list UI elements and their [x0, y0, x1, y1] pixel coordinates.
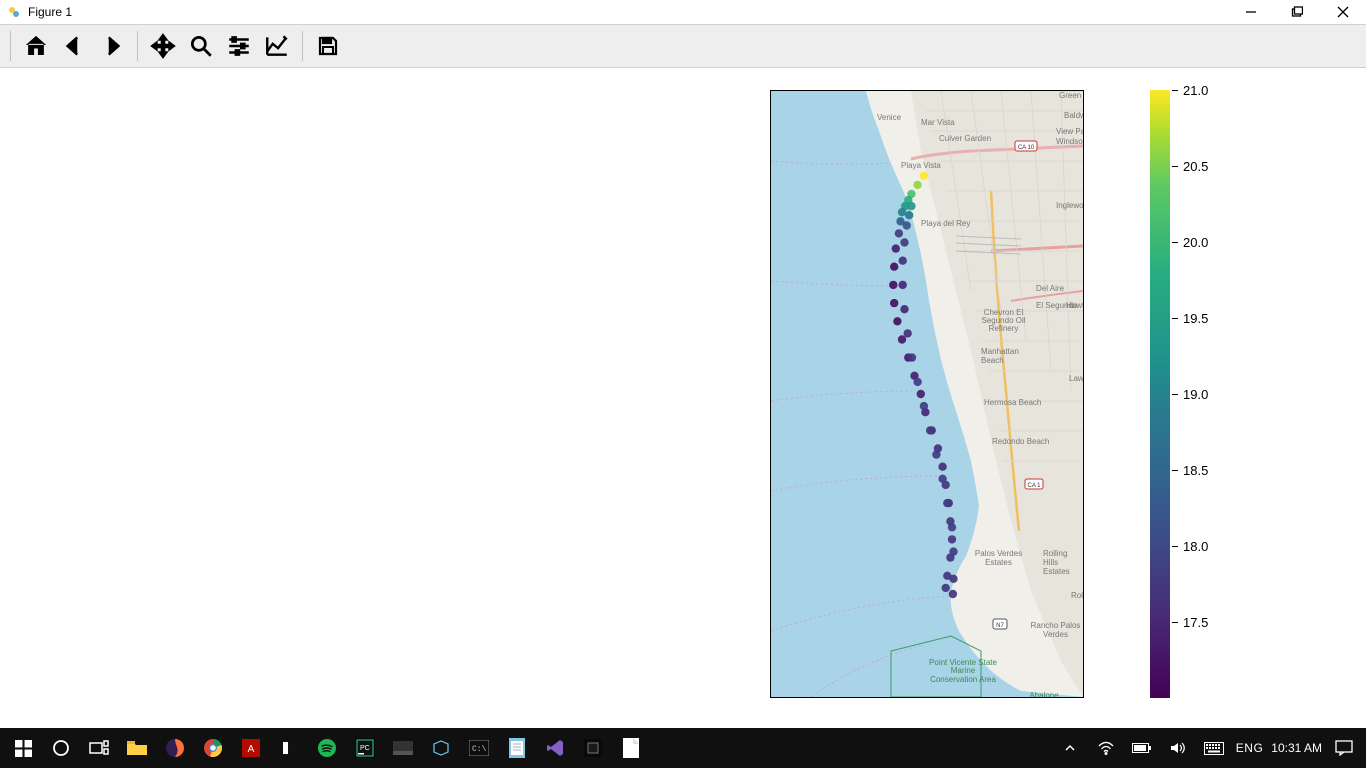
map-label: Green [1059, 91, 1081, 100]
map-label: Hawthorne [1066, 301, 1084, 310]
map-label: Del Aire [1036, 284, 1064, 293]
colorbar-tick: 21.0 [1172, 83, 1208, 98]
mpl-toolbar [0, 24, 1366, 68]
taskbar-app-icon[interactable] [384, 728, 422, 768]
window-title: Figure 1 [28, 5, 72, 19]
map-label: Chevron El Segundo Oil Refinery [976, 309, 1031, 333]
taskbar-app-icon[interactable] [612, 728, 650, 768]
file-explorer-icon[interactable] [118, 728, 156, 768]
edit-axis-button[interactable] [258, 27, 296, 65]
colorbar-tick: 18.0 [1172, 539, 1208, 554]
close-button[interactable] [1320, 0, 1366, 24]
toolbar-separator [302, 31, 303, 61]
map-label: Lawndale [1069, 374, 1084, 383]
map-label: Windsor [1056, 137, 1084, 146]
home-button[interactable] [17, 27, 55, 65]
language-indicator[interactable]: ENG [1236, 741, 1264, 755]
map-label: Playa Vista [901, 161, 941, 170]
zoom-button[interactable] [182, 27, 220, 65]
maximize-button[interactable] [1274, 0, 1320, 24]
cortana-button[interactable] [42, 728, 80, 768]
app-icon [6, 4, 22, 20]
volume-icon[interactable] [1164, 741, 1192, 755]
colorbar-tick: 20.0 [1172, 235, 1208, 250]
keyboard-icon[interactable] [1200, 742, 1228, 755]
svg-text:CA 10: CA 10 [1018, 145, 1035, 151]
svg-text:N7: N7 [996, 623, 1004, 629]
map-label: Abalone Cove State [1019, 691, 1069, 698]
cmd-icon[interactable]: C:\ [460, 728, 498, 768]
firefox-icon[interactable] [156, 728, 194, 768]
taskbar-app-icon[interactable] [574, 728, 612, 768]
taskbar-app-icon[interactable] [422, 728, 460, 768]
map-label: Hermosa Beach [984, 398, 1041, 407]
titlebar: Figure 1 [0, 0, 1366, 24]
map-label: Rolling Hills Estates [1043, 549, 1083, 576]
start-button[interactable] [4, 728, 42, 768]
map-label: Rolling [1071, 591, 1084, 600]
svg-text:A: A [248, 744, 255, 755]
colorbar-tick: 17.5 [1172, 615, 1208, 630]
map-label: Rancho Palos Verdes [1028, 621, 1083, 639]
colorbar-tick: 19.5 [1172, 311, 1208, 326]
taskbar-app-icon[interactable] [270, 728, 308, 768]
colorbar-gradient [1150, 90, 1170, 698]
save-button[interactable] [309, 27, 347, 65]
pan-button[interactable] [144, 27, 182, 65]
back-button[interactable] [55, 27, 93, 65]
svg-text:PC: PC [360, 745, 370, 752]
svg-text:C:\: C:\ [472, 745, 487, 754]
map-axes[interactable]: CA 10 CA 1 N7 Venice Mar Vista Culver Ga… [770, 90, 1084, 698]
svg-text:CA 1: CA 1 [1027, 483, 1041, 489]
colorbar-tick: 18.5 [1172, 463, 1208, 478]
visual-studio-icon[interactable] [536, 728, 574, 768]
map-label: Baldwin [1064, 111, 1084, 120]
map-label: Culver Garden [939, 134, 991, 143]
system-tray[interactable]: ENG 10:31 AM [1056, 740, 1362, 756]
adobe-reader-icon[interactable]: A [232, 728, 270, 768]
map-label: Venice [877, 113, 901, 122]
battery-icon[interactable] [1128, 742, 1156, 754]
colorbar-tick: 20.5 [1172, 159, 1208, 174]
spotify-icon[interactable] [308, 728, 346, 768]
taskbar-clock[interactable]: 10:31 AM [1271, 741, 1322, 755]
notepad-icon[interactable] [498, 728, 536, 768]
figure-canvas[interactable]: CA 10 CA 1 N7 Venice Mar Vista Culver Ga… [0, 68, 1366, 716]
windows-taskbar[interactable]: A PC C:\ [0, 728, 1366, 768]
map-label: Playa del Rey [921, 219, 970, 228]
colorbar-tick: 19.0 [1172, 387, 1208, 402]
wifi-icon[interactable] [1092, 741, 1120, 755]
toolbar-separator [10, 31, 11, 61]
colorbar: 21.0 20.5 20.0 19.5 19.0 18.5 18.0 17.5 [1150, 90, 1172, 698]
map-label: Mar Vista [921, 118, 955, 127]
action-center-icon[interactable] [1330, 740, 1358, 756]
minimize-button[interactable] [1228, 0, 1274, 24]
pycharm-icon[interactable]: PC [346, 728, 384, 768]
task-view-button[interactable] [80, 728, 118, 768]
map-label: Palos Verdes Estates [971, 549, 1026, 567]
map-label: Point Vicente State Marine Conservation … [928, 659, 998, 684]
configure-subplots-button[interactable] [220, 27, 258, 65]
chrome-icon[interactable] [194, 728, 232, 768]
map-label: View Park [1056, 127, 1084, 136]
forward-button[interactable] [93, 27, 131, 65]
map-label: Manhattan Beach [981, 347, 1031, 365]
map-label: Inglewood [1056, 201, 1084, 210]
map-label: Redondo Beach [992, 437, 1049, 446]
toolbar-separator [137, 31, 138, 61]
tray-chevron-icon[interactable] [1056, 742, 1084, 754]
